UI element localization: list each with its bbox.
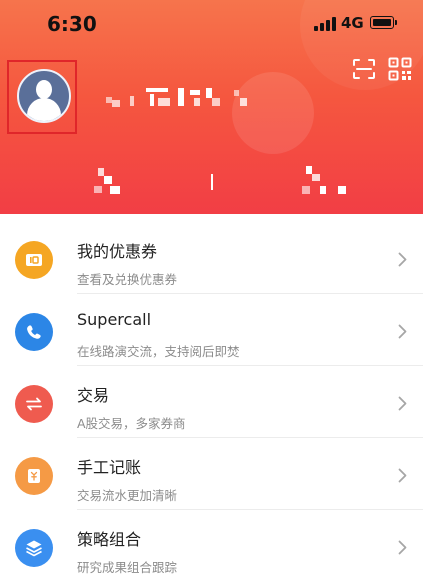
chevron-right-icon [398,252,407,267]
profile-header: 6:30 4G [0,0,423,214]
status-time: 6:30 [47,12,97,36]
item-subtitle: 查看及兑换优惠券 [77,272,178,287]
header-decoration [232,72,314,154]
avatar-button[interactable] [7,60,77,134]
layers-icon [15,529,53,567]
chevron-right-icon [398,396,407,411]
item-subtitle: 在线路演交流，支持阅后即焚 [77,344,240,359]
phone-icon [15,313,53,351]
coupon-icon [15,241,53,279]
item-title: 手工记账 [77,458,142,477]
list-item-supercall[interactable]: Supercall 在线路演交流，支持阅后即焚 [0,294,423,366]
menu-list: 我的优惠券 查看及兑换优惠券 Supercall 在线路演交流，支持阅后即焚 交… [0,222,423,582]
ledger-icon [15,457,53,495]
status-bar: 6:30 4G [0,0,423,50]
avatar [17,69,71,123]
list-item-trade[interactable]: 交易 A股交易，多家券商 [0,366,423,438]
item-title: 交易 [77,386,110,405]
item-subtitle: 交易流水更加清晰 [77,488,178,503]
signal-icon [314,17,336,31]
exchange-icon [15,385,53,423]
chevron-right-icon [398,324,407,339]
list-item-bookkeeping[interactable]: 手工记账 交易流水更加清晰 [0,438,423,510]
item-subtitle: A股交易，多家券商 [77,416,186,431]
item-title: 我的优惠券 [77,242,158,261]
network-type: 4G [341,14,364,32]
qr-code-icon[interactable] [388,57,412,81]
item-title: Supercall [77,310,152,329]
item-title: 策略组合 [77,530,142,549]
battery-icon [370,16,397,29]
chevron-right-icon [398,540,407,555]
scan-icon[interactable] [352,58,376,80]
chevron-right-icon [398,468,407,483]
list-item-coupons[interactable]: 我的优惠券 查看及兑换优惠券 [0,222,423,294]
item-subtitle: 研究成果组合跟踪 [77,560,178,575]
list-item-portfolio[interactable]: 策略组合 研究成果组合跟踪 [0,510,423,582]
